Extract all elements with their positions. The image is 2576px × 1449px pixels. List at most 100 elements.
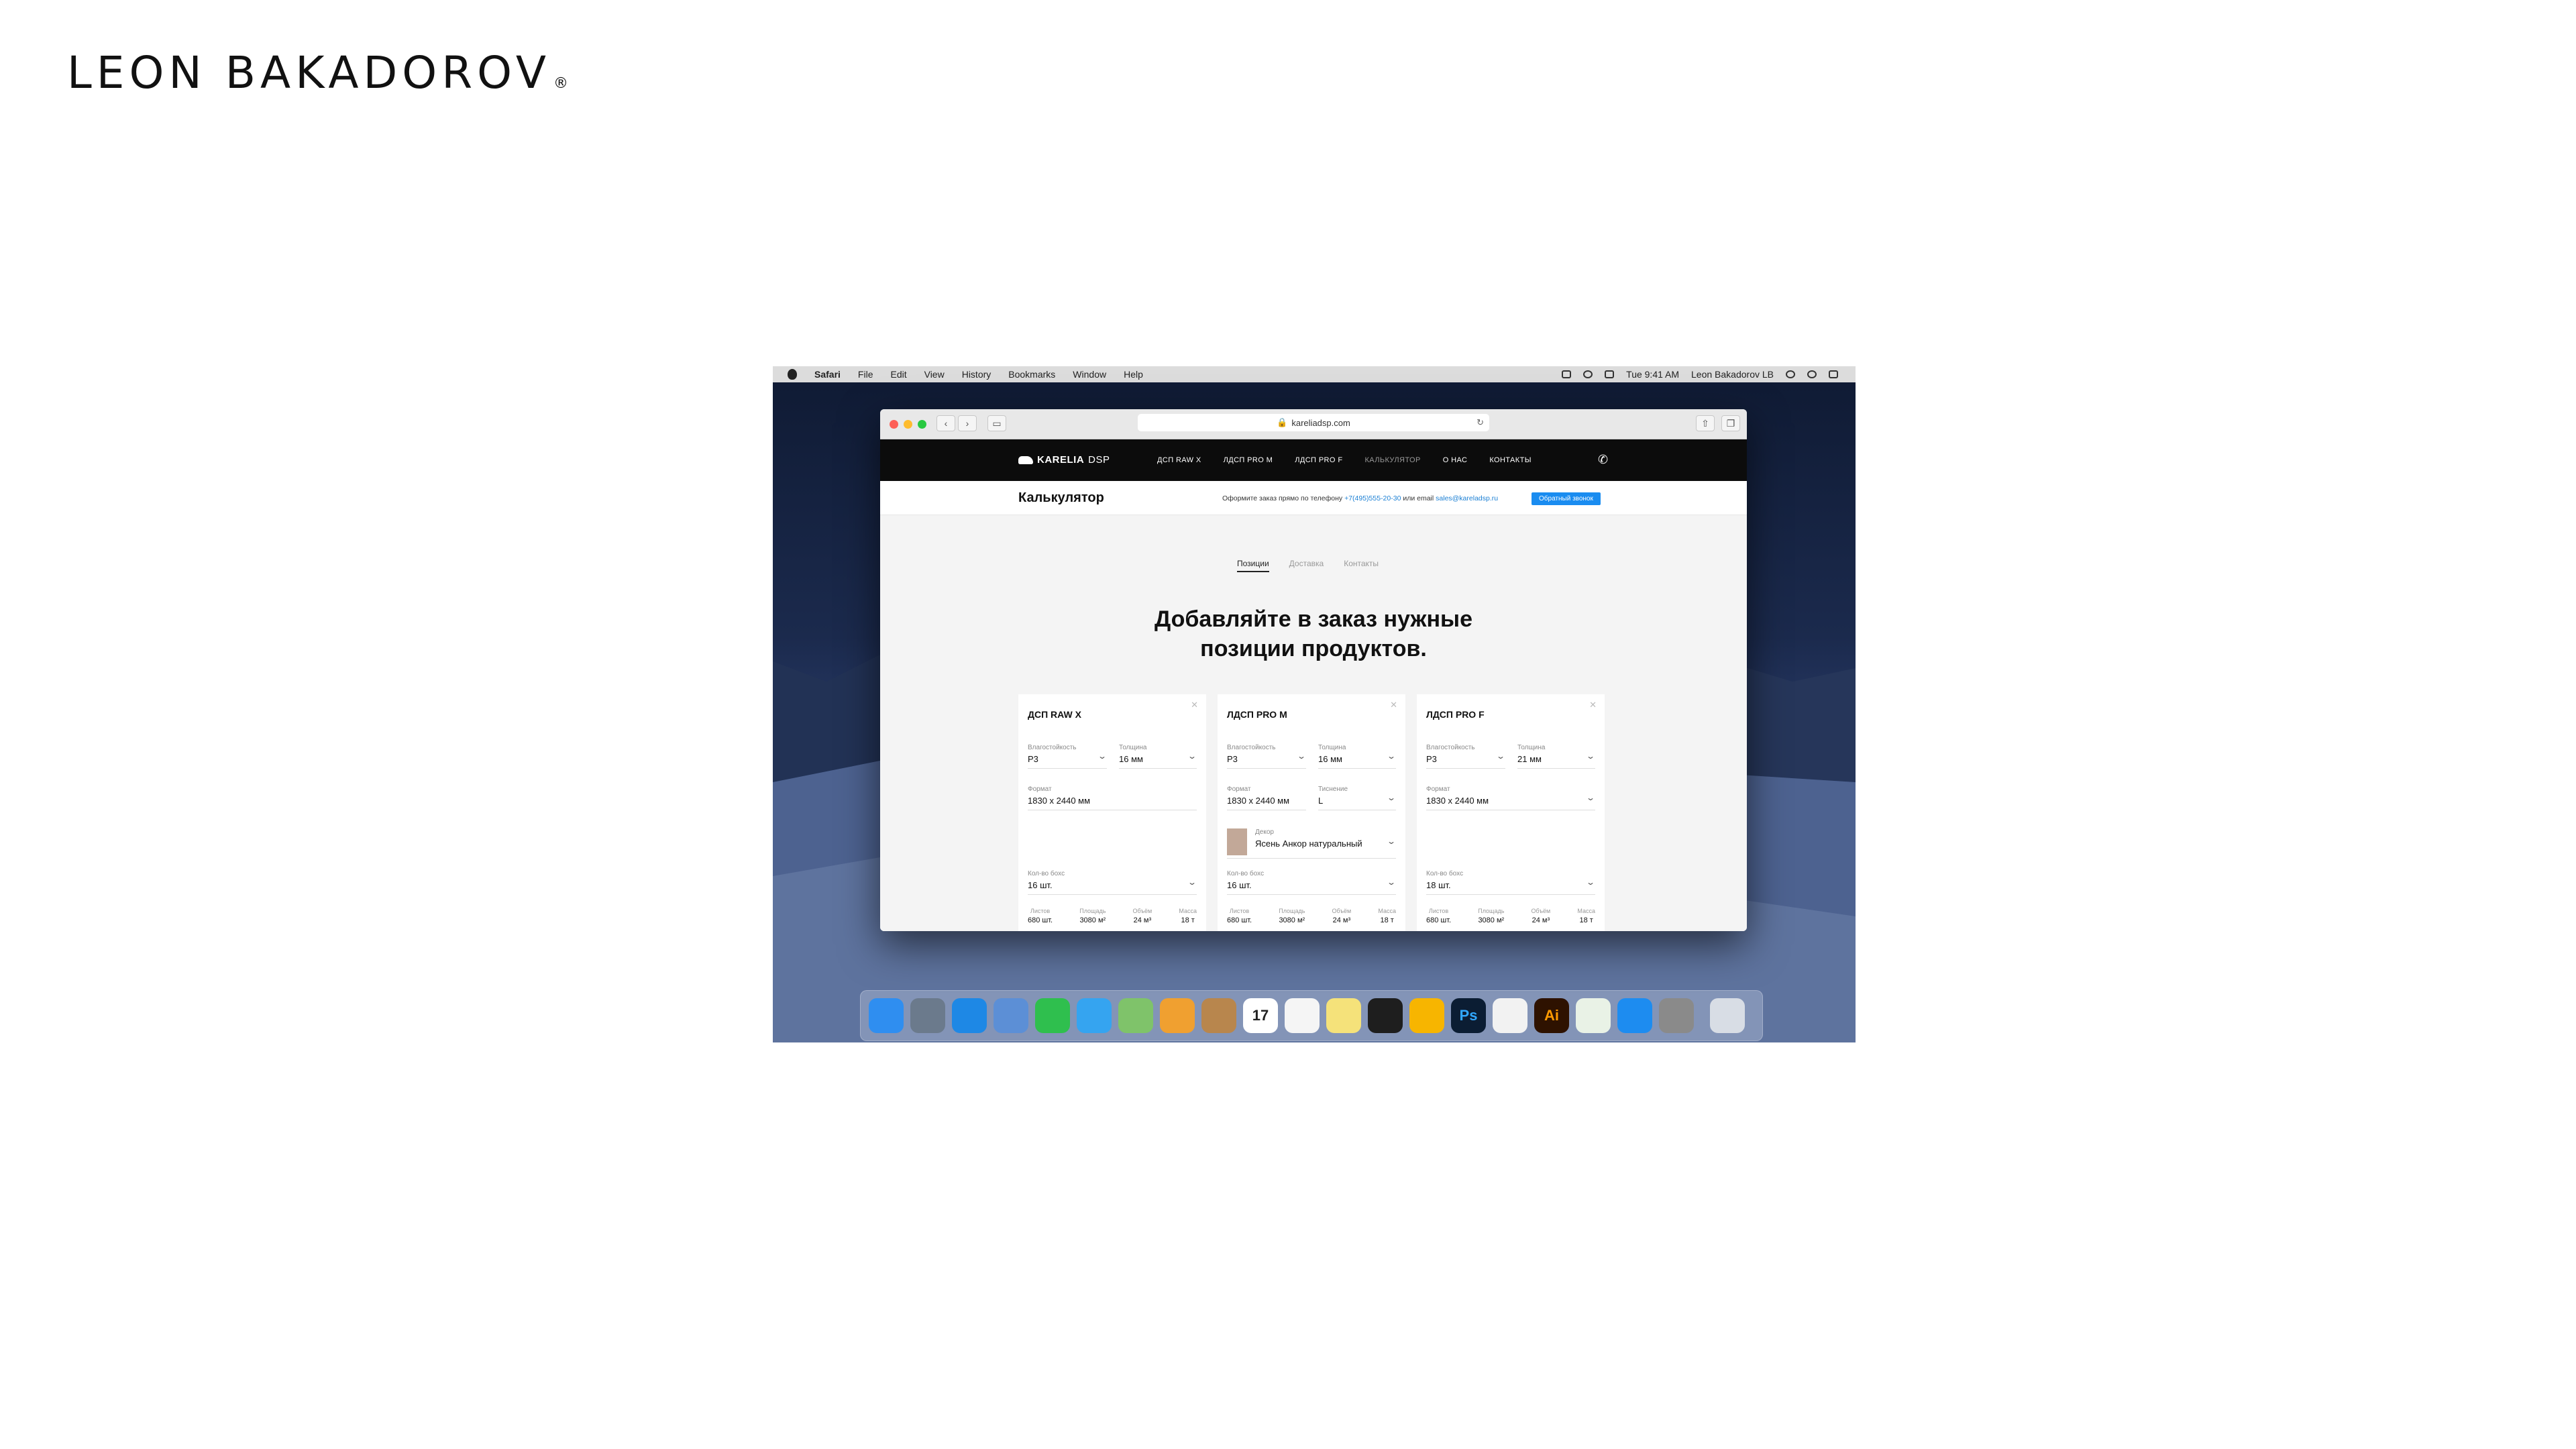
reminders-icon[interactable] — [1285, 998, 1320, 1033]
photoshop-icon[interactable]: Ps — [1451, 998, 1486, 1033]
browser-toolbar: ‹ › ▭ 🔒 kareliadsp.com ↻ ⇧ ❐ — [880, 409, 1747, 439]
menu-help[interactable]: Help — [1124, 369, 1143, 380]
appstore-icon[interactable] — [1617, 998, 1652, 1033]
contact-line: Оформите заказ прямо по телефону +7(495)… — [1222, 494, 1498, 502]
finder-icon[interactable] — [869, 998, 904, 1033]
messages-icon[interactable] — [1077, 998, 1112, 1033]
lock-icon: 🔒 — [1277, 417, 1288, 427]
format-select[interactable]: Формат 1830 x 2440 мм ⌄ — [1426, 786, 1595, 810]
texture-select[interactable]: Тиснение L ⌄ — [1318, 786, 1396, 810]
stat-sheets: Листов 680 шт. — [1426, 908, 1452, 924]
decor-select[interactable]: Декор Ясень Анкор натуральный ⌄ — [1227, 826, 1396, 859]
contacts-icon[interactable] — [1201, 998, 1236, 1033]
hero-line-1: Добавляйте в заказ нужные — [1155, 606, 1472, 632]
email-link[interactable]: sales@kareladsp.ru — [1436, 494, 1498, 502]
thickness-select[interactable]: Толщина 16 мм ⌄ — [1318, 744, 1396, 769]
tab-delivery[interactable]: Доставка — [1289, 559, 1324, 572]
field-value: Ясень Анкор натуральный — [1255, 839, 1362, 849]
trash-icon[interactable] — [1710, 998, 1745, 1033]
photos-icon[interactable] — [1160, 998, 1195, 1033]
nav-about[interactable]: О НАС — [1443, 456, 1468, 464]
product-card: ✕ ЛДСП PRO M Влагостойкость P3 ⌄ Толщина… — [1218, 694, 1405, 931]
tab-positions[interactable]: Позиции — [1237, 559, 1269, 572]
notification-center-icon[interactable] — [1829, 370, 1838, 378]
minimize-window-button[interactable] — [904, 420, 912, 429]
nav-raw-x[interactable]: ДСП RAW X — [1157, 456, 1201, 464]
quantity-select[interactable]: Кол-во боxc 16 шт. ⌄ — [1227, 870, 1396, 895]
maps-icon[interactable] — [1118, 998, 1153, 1033]
menu-file[interactable]: File — [858, 369, 873, 380]
nav-pro-m[interactable]: ЛДСП PRO M — [1224, 456, 1273, 464]
tab-contacts[interactable]: Контакты — [1344, 559, 1379, 572]
field-label: Влагостойкость — [1028, 744, 1077, 751]
share-icon[interactable]: ⇧ — [1696, 415, 1715, 431]
user-menu[interactable]: Leon Bakadorov LB — [1691, 369, 1774, 380]
stat-volume: Объём 24 м³ — [1332, 908, 1352, 924]
phone-icon[interactable]: ✆ — [1598, 453, 1608, 467]
field-value: 1830 x 2440 мм — [1028, 796, 1091, 806]
menu-safari[interactable]: Safari — [814, 369, 841, 380]
system-preferences-icon[interactable] — [1659, 998, 1694, 1033]
format-field[interactable]: Формат 1830 x 2440 мм — [1227, 786, 1306, 810]
preview-icon[interactable] — [994, 998, 1028, 1033]
stat-mass: Масса 18 т — [1378, 908, 1396, 924]
forward-button[interactable]: › — [958, 415, 977, 431]
clock[interactable]: Tue 9:41 AM — [1626, 369, 1679, 380]
thickness-select[interactable]: Толщина 21 мм ⌄ — [1517, 744, 1595, 769]
wifi-icon[interactable] — [1583, 370, 1593, 378]
figma-icon[interactable] — [1368, 998, 1403, 1033]
sidebar-toggle-icon[interactable]: ▭ — [987, 415, 1006, 431]
menu-view[interactable]: View — [924, 369, 945, 380]
facetime-icon[interactable] — [1035, 998, 1070, 1033]
callback-button[interactable]: Обратный звонок — [1532, 492, 1601, 505]
nav-contacts[interactable]: КОНТАКТЫ — [1489, 456, 1532, 464]
calendar-icon[interactable]: 17 — [1243, 998, 1278, 1033]
thickness-select[interactable]: Толщина 16 мм ⌄ — [1119, 744, 1197, 769]
menu-history[interactable]: History — [962, 369, 991, 380]
remove-card-icon[interactable]: ✕ — [1589, 700, 1597, 710]
menu-edit[interactable]: Edit — [890, 369, 906, 380]
reload-icon[interactable]: ↻ — [1477, 417, 1484, 428]
remove-card-icon[interactable]: ✕ — [1390, 700, 1397, 710]
airplay-icon[interactable] — [1562, 370, 1572, 378]
stat-area: Площадь 3080 м² — [1478, 908, 1505, 924]
quantity-select[interactable]: Кол-во боxc 16 шт. ⌄ — [1028, 870, 1197, 895]
zoom-window-button[interactable] — [918, 420, 926, 429]
stat-mass: Масса 18 т — [1179, 908, 1197, 924]
address-bar[interactable]: 🔒 kareliadsp.com ↻ — [1138, 414, 1489, 431]
moisture-select[interactable]: Влагостойкость P3 ⌄ — [1227, 744, 1306, 769]
bear-logo-icon — [1018, 455, 1033, 464]
tabs-overview-icon[interactable]: ❐ — [1721, 415, 1740, 431]
launchpad-icon[interactable] — [910, 998, 945, 1033]
chevron-down-icon: ⌄ — [1386, 751, 1397, 761]
quantity-select[interactable]: Кол-во боxc 18 шт. ⌄ — [1426, 870, 1595, 895]
product-card: ✕ ДСП RAW X Влагостойкость P3 ⌄ Толщина … — [1018, 694, 1206, 931]
phone-link[interactable]: +7(495)555-20-30 — [1344, 494, 1401, 502]
brand-logo: LEON BAKADOROV ® — [67, 47, 568, 99]
nav-pro-f[interactable]: ЛДСП PRO F — [1295, 456, 1342, 464]
siri-icon[interactable] — [1807, 370, 1817, 378]
notes-icon[interactable] — [1326, 998, 1361, 1033]
sketch-icon[interactable] — [1409, 998, 1444, 1033]
moisture-select[interactable]: Влагостойкость P3 ⌄ — [1028, 744, 1107, 769]
menu-window[interactable]: Window — [1073, 369, 1106, 380]
back-button[interactable]: ‹ — [936, 415, 955, 431]
safari-icon[interactable] — [952, 998, 987, 1033]
apple-menu-icon[interactable] — [788, 369, 797, 380]
chevron-down-icon: ⌄ — [1097, 751, 1108, 761]
numbers-icon[interactable] — [1576, 998, 1611, 1033]
moisture-select[interactable]: Влагостойкость P3 ⌄ — [1426, 744, 1505, 769]
menu-bookmarks[interactable]: Bookmarks — [1008, 369, 1055, 380]
site-logo[interactable]: KARELIA DSP — [1018, 454, 1110, 466]
spotlight-icon[interactable] — [1786, 370, 1795, 378]
card-title: ДСП RAW X — [1028, 709, 1081, 720]
format-field[interactable]: Формат 1830 x 2440 мм — [1028, 786, 1197, 810]
illustrator-icon[interactable]: Ai — [1534, 998, 1569, 1033]
chevron-down-icon: ⌄ — [1187, 877, 1197, 887]
volume-icon[interactable] — [1605, 370, 1615, 378]
itunes-icon[interactable] — [1493, 998, 1527, 1033]
remove-card-icon[interactable]: ✕ — [1191, 700, 1198, 710]
nav-calculator[interactable]: КАЛЬКУЛЯТОР — [1364, 456, 1420, 464]
close-window-button[interactable] — [890, 420, 898, 429]
field-label: Формат — [1028, 786, 1052, 793]
